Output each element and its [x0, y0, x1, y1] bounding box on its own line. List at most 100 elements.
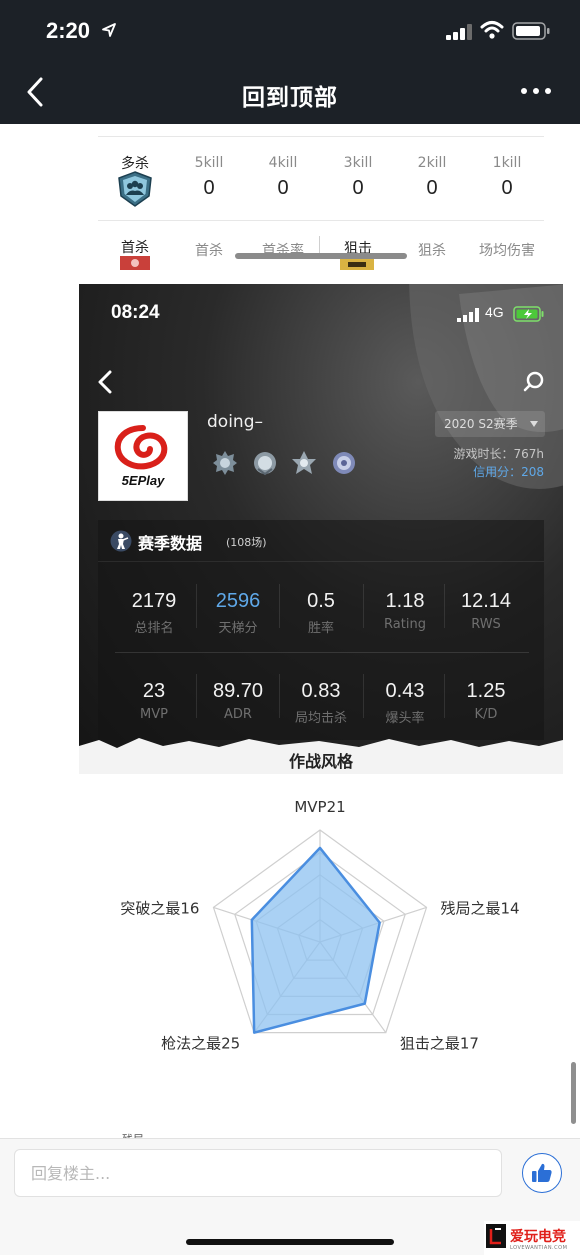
top-bar: 2:20 回到顶部 — [0, 0, 580, 124]
stat-rws-value: 12.14 — [460, 590, 512, 612]
radar-axis-label: MVP21 — [294, 798, 345, 816]
radar-axis-label: 枪法之最25 — [161, 1035, 240, 1053]
avatar-5eplay-logo: 5EPlay — [98, 411, 188, 501]
stat-mvp-label: MVP — [140, 707, 168, 722]
stat-win-rate-label: 胜率 — [307, 621, 334, 636]
sniper-icon — [340, 258, 374, 270]
kill4-label: 4kill — [268, 155, 298, 171]
kill1-label: 1kill — [492, 155, 522, 171]
rank-badge-4-icon — [333, 452, 355, 474]
kill3-value: 0 — [352, 177, 364, 199]
column-separator — [319, 236, 320, 254]
radar-axis-label: 突破之最16 — [120, 899, 199, 917]
table-divider-mid — [98, 220, 544, 221]
location-arrow-icon — [102, 23, 116, 37]
stat-avg-kills-value: 0.83 — [301, 680, 341, 702]
kill1-value: 0 — [501, 177, 513, 199]
watermark-icon — [486, 1224, 506, 1248]
watermark-logo: 爱玩电竞 LOVEWANTIAN.COM — [484, 1221, 580, 1255]
more-dots-icon[interactable] — [518, 84, 554, 98]
vertical-scroll-indicator[interactable] — [571, 1062, 576, 1124]
kill4-value: 0 — [277, 177, 289, 199]
stat-avg-kills-label: 局均击杀 — [294, 711, 347, 726]
stat-rws-label: RWS — [471, 617, 501, 632]
5eplay-swirl-icon — [114, 425, 168, 470]
stat-kd-value: 1.25 — [466, 680, 506, 702]
radar-axis-label: 狙击之最17 — [400, 1035, 479, 1053]
stat-separator — [196, 674, 197, 718]
stat-headshot-rate-label: 爆头率 — [385, 711, 425, 726]
stat-rating-value: 1.18 — [385, 590, 425, 612]
credit-line: 信用分：208 — [473, 463, 544, 480]
play-time-line: 游戏时长：767h — [453, 445, 544, 462]
embedded-signal-icon — [457, 308, 479, 322]
cs-soldier-icon — [110, 530, 132, 552]
kill2-value: 0 — [426, 177, 438, 199]
stat-separator — [444, 584, 445, 628]
nav-title-back-to-top[interactable]: 回到顶部 — [0, 78, 580, 112]
stat-total-rank-value: 2179 — [131, 590, 177, 612]
username: doing– — [207, 412, 263, 432]
stat-separator — [363, 674, 364, 718]
dropdown-arrow-icon — [530, 421, 538, 427]
rank-badge-1-icon — [213, 451, 237, 475]
combat-style-title: 作战风格 — [288, 752, 353, 771]
kill2-label: 2kill — [417, 155, 447, 171]
status-time: 2:20 — [46, 18, 91, 43]
table-divider-top — [98, 136, 544, 137]
play-time-label: 游戏时长： — [453, 447, 514, 461]
season-match-count: (108场) — [226, 536, 267, 549]
avg-damage-label: 场均伤害 — [479, 243, 535, 259]
stat-headshot-rate-value: 0.43 — [385, 680, 425, 702]
first-kill-label: 首杀 — [121, 240, 149, 256]
stat-total-rank-label: 总排名 — [134, 621, 174, 636]
watermark-glyph-icon — [489, 1228, 501, 1245]
horizontal-scroll-indicator[interactable] — [235, 253, 407, 259]
stat-ladder-score-label: 天梯分 — [218, 621, 258, 636]
stat-mvp-value: 23 — [142, 680, 166, 702]
season-stats-title: 赛季数据 — [138, 534, 203, 553]
kill5-label: 5kill — [194, 155, 224, 171]
stat-ladder-score-value: 2596 — [215, 590, 261, 612]
like-button[interactable] — [522, 1153, 562, 1193]
season-selector-value: 2020 S2赛季 — [444, 417, 518, 431]
stat-separator — [196, 584, 197, 628]
first-kill-icon — [120, 256, 150, 270]
wifi-icon — [480, 21, 504, 39]
stat-kd-label: K/D — [474, 707, 498, 722]
kill5-value: 0 — [203, 177, 215, 199]
watermark-text: 爱玩电竞 — [510, 1229, 566, 1245]
stat-separator — [279, 584, 280, 628]
stat-adr-value: 89.70 — [212, 680, 264, 702]
embedded-network-label: 4G — [485, 304, 504, 320]
radar-data-area — [250, 846, 381, 1034]
thumbs-up-icon — [532, 1163, 552, 1182]
season-selector[interactable]: 2020 S2赛季 — [435, 411, 545, 437]
radar-axis-label: 残局之最14 — [441, 899, 520, 917]
season-stats-header: 赛季数据 (108场) — [98, 520, 544, 562]
cellular-signal-icon — [446, 24, 472, 40]
credit-value: 208 — [521, 465, 544, 479]
stat-rating-label: Rating — [384, 617, 426, 632]
logo-text: 5EPlay — [121, 473, 165, 488]
credit-label: 信用分： — [473, 465, 522, 479]
stat-win-rate-value: 0.5 — [307, 590, 335, 612]
rank-badge-3-icon — [292, 451, 316, 474]
stat-separator — [363, 584, 364, 628]
embedded-back-chevron-icon[interactable] — [97, 370, 113, 394]
reply-input[interactable] — [14, 1149, 502, 1197]
home-indicator[interactable] — [186, 1239, 394, 1245]
multi-kill-icon — [118, 171, 152, 207]
watermark-subtext: LOVEWANTIAN.COM — [510, 1245, 568, 1251]
rank-badge-2-icon — [254, 452, 276, 476]
stat-adr-label: ADR — [224, 707, 252, 722]
embedded-search-icon[interactable] — [523, 370, 545, 392]
embedded-battery-charging-icon — [513, 306, 544, 322]
stat-separator — [279, 674, 280, 718]
embedded-profile-screenshot[interactable]: 08:24 4G 5EPlay doing– 2020 S2赛季 游戏时长：76… — [79, 284, 563, 774]
combat-style-radar-chart: MVP21 残局之最14 狙击之最17 枪法之最25 突破之最16 — [120, 798, 520, 1053]
stat-separator — [444, 674, 445, 718]
stats-row-divider — [115, 652, 529, 653]
battery-icon — [512, 22, 550, 40]
embedded-status-time: 08:24 — [111, 302, 160, 323]
